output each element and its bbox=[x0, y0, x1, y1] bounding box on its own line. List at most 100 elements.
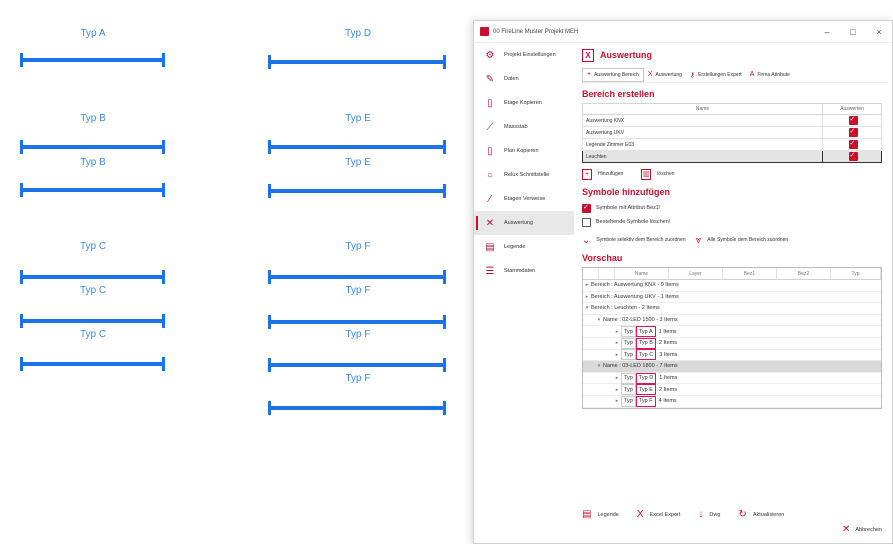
tree-row[interactable]: ▸ Bereich : Auswertung UKV - 1 Items bbox=[583, 292, 881, 304]
column-header-auswerten[interactable]: Auswerten bbox=[822, 103, 882, 115]
table-row[interactable]: Auswertung KNX bbox=[582, 114, 882, 127]
cad-line[interactable] bbox=[268, 315, 446, 329]
column-header-name[interactable]: Name bbox=[582, 103, 823, 115]
main-panel: X Auswertung + Auswertung Bereich X Auswer… bbox=[582, 43, 888, 543]
expand-icon[interactable]: ▸ bbox=[613, 398, 621, 404]
sidebar-item-legende[interactable]: ▤ Legende bbox=[474, 235, 574, 259]
auswerten-checkbox[interactable] bbox=[848, 151, 858, 161]
tree-row[interactable]: ▾ Name : 02-LED 1500 - 3 Items bbox=[583, 315, 881, 327]
tree-row[interactable]: ▸ Typ Typ A1 Items bbox=[583, 326, 881, 338]
tree-row[interactable]: ▸ Bereich : Auswertung KNX - 9 Items bbox=[583, 280, 881, 292]
sidebar-item-auswertung[interactable]: ✕ Auswertung bbox=[474, 211, 574, 235]
collapse-icon[interactable]: ▾ bbox=[583, 305, 591, 311]
grid-cell-name[interactable]: Auswertung KNX bbox=[582, 114, 823, 127]
sidebar-item-etage-kopieren[interactable]: ▯ Etage Kopieren bbox=[474, 91, 574, 115]
option-bestehende-loeschen[interactable]: Bestehende Symbole löschen! bbox=[582, 215, 888, 229]
assign-all-button[interactable]: Alle Symbole dem Bereich zuordnen bbox=[707, 237, 788, 243]
tab-firma-attribute[interactable]: A Firma Attribute bbox=[746, 68, 794, 82]
tree-row[interactable]: ▸ Typ Typ D1 Items bbox=[583, 372, 881, 385]
label-typ-d: Typ D bbox=[344, 28, 372, 39]
checkbox-unchecked[interactable] bbox=[582, 217, 591, 227]
collapse-icon[interactable]: ▾ bbox=[595, 317, 603, 323]
add-icon[interactable]: + bbox=[582, 168, 592, 180]
add-button[interactable]: Hinzufügen bbox=[598, 171, 623, 177]
expand-icon[interactable]: ▸ bbox=[613, 352, 621, 358]
sidebar-item-etagen-verweise[interactable]: ⁄ Etagen Verweise bbox=[474, 187, 574, 211]
auswerten-checkbox[interactable] bbox=[848, 127, 858, 137]
chevron-down-icon: ⌄ bbox=[582, 234, 591, 246]
tree-row[interactable]: ▸ Typ Typ E2 Items bbox=[583, 384, 881, 396]
minimize-button[interactable]: – bbox=[814, 27, 840, 37]
option-attribut-bez1[interactable]: Symbole mit Attribut Bez1! bbox=[582, 201, 888, 215]
tab-auswertung-bereich[interactable]: + Auswertung Bereich bbox=[582, 67, 644, 82]
sidebar-item-massstab[interactable]: ⟋ Massstab bbox=[474, 115, 574, 139]
close-window-button[interactable]: × bbox=[866, 27, 892, 37]
maximize-button[interactable]: □ bbox=[840, 27, 866, 37]
tree-row[interactable]: ▾ Name : 03-LED 1800 - 7 Items bbox=[583, 361, 881, 373]
tree-row[interactable]: ▸ Typ Typ C3 Items bbox=[583, 349, 881, 362]
tab-auswertung[interactable]: X Auswertung bbox=[644, 68, 686, 82]
tree-row[interactable]: ▸ Typ Typ F4 Items bbox=[583, 395, 881, 408]
sidebar-item-daten[interactable]: ✎ Daten bbox=[474, 67, 574, 91]
title-bar[interactable]: 00 FireLine Muster Projekt MEH – □ × bbox=[474, 21, 892, 43]
column-header-bez1[interactable]: Bez1 bbox=[723, 268, 777, 279]
table-row[interactable]: Auswertung UKV bbox=[582, 126, 882, 139]
tree-cell-label: Typ bbox=[621, 395, 636, 407]
assign-selective-button[interactable]: Symbole selektiv dem Bereich zuordnen bbox=[596, 237, 685, 243]
cad-line[interactable] bbox=[268, 55, 446, 69]
auswerten-checkbox[interactable] bbox=[848, 115, 858, 125]
tab-erstellungen-expert[interactable]: ⚷ Erstellungen Expert bbox=[686, 68, 746, 82]
label-typ-e: Typ E bbox=[345, 113, 371, 124]
sidebar-item-stammdaten[interactable]: ☰ Stammdaten bbox=[474, 259, 574, 283]
drawing-canvas[interactable]: Typ A Typ B Typ B Typ C Typ C Typ C Typ … bbox=[0, 0, 470, 544]
expand-icon[interactable]: ▸ bbox=[583, 282, 591, 288]
dwg-button[interactable]: ↓ Dwg bbox=[698, 509, 720, 520]
cad-line[interactable] bbox=[20, 140, 165, 154]
aktualisieren-button[interactable]: ↻ Aktualisieren bbox=[738, 509, 784, 520]
label-typ-c: Typ C bbox=[79, 241, 107, 252]
button-label: Excel Export bbox=[649, 511, 681, 518]
trash-icon[interactable]: ▥ bbox=[641, 168, 652, 180]
column-header-typ[interactable]: Typ bbox=[831, 268, 881, 279]
cad-line[interactable] bbox=[268, 270, 446, 284]
cad-line[interactable] bbox=[268, 401, 446, 415]
delete-button[interactable]: löschen bbox=[657, 171, 674, 177]
column-header-name[interactable]: Name bbox=[615, 268, 669, 279]
cad-line[interactable] bbox=[268, 140, 446, 154]
expand-icon[interactable]: ▸ bbox=[613, 387, 621, 393]
table-row[interactable]: Legende Zimmer E03 bbox=[582, 138, 882, 151]
tree-row[interactable]: ▾ Bereich : Leuchten - 2 Items bbox=[583, 303, 881, 315]
table-row[interactable]: Leuchten bbox=[582, 150, 882, 163]
column-header-layer[interactable]: Layer bbox=[669, 268, 723, 279]
grid-cell-name[interactable]: Legende Zimmer E03 bbox=[582, 138, 823, 151]
cad-line[interactable] bbox=[20, 183, 165, 197]
cad-line[interactable] bbox=[20, 270, 165, 284]
expand-icon[interactable]: ▸ bbox=[613, 340, 621, 346]
cad-line[interactable] bbox=[20, 53, 165, 67]
expand-icon[interactable]: ▸ bbox=[583, 294, 591, 300]
grid-cell-name[interactable]: Auswertung UKV bbox=[582, 126, 823, 139]
excel-export-button[interactable]: X Excel Export bbox=[637, 509, 681, 520]
pin-icon: ⁄ bbox=[489, 193, 491, 205]
checkbox-checked[interactable] bbox=[582, 203, 591, 213]
cad-line[interactable] bbox=[268, 184, 446, 198]
cad-line[interactable] bbox=[20, 357, 165, 371]
expand-icon[interactable]: ▸ bbox=[613, 329, 621, 335]
grid-cell-name[interactable]: Leuchten bbox=[582, 150, 823, 163]
tree-cell-count: 2 Items bbox=[658, 386, 677, 393]
sidebar-item-plan-kopieren[interactable]: ▯ Plan Kopieren bbox=[474, 139, 574, 163]
legende-button[interactable]: ▤ Legende bbox=[582, 509, 619, 520]
tree-row-label: Name : 02-LED 1500 - 3 Items bbox=[603, 317, 678, 324]
collapse-icon[interactable]: ▾ bbox=[595, 363, 603, 369]
sidebar-item-relux-schnittstelle[interactable]: ○ Relux Schnittstelle bbox=[474, 163, 574, 187]
sidebar-item-projekt-einstellungen[interactable]: ⚙ Projekt Einstellungen bbox=[474, 43, 574, 67]
sidebar-item-label: Relux Schnittstelle bbox=[504, 172, 550, 178]
cad-line[interactable] bbox=[268, 358, 446, 372]
page-icon: ▯ bbox=[487, 145, 493, 157]
auswerten-checkbox[interactable] bbox=[848, 139, 858, 149]
expand-icon[interactable]: ▸ bbox=[613, 375, 621, 381]
column-header-bez2[interactable]: Bez2 bbox=[777, 268, 831, 279]
cad-line[interactable] bbox=[20, 314, 165, 328]
tree-row[interactable]: ▸ Typ Typ B2 Items bbox=[583, 337, 881, 350]
cancel-button[interactable]: ✕ Abbrechen bbox=[842, 524, 882, 535]
